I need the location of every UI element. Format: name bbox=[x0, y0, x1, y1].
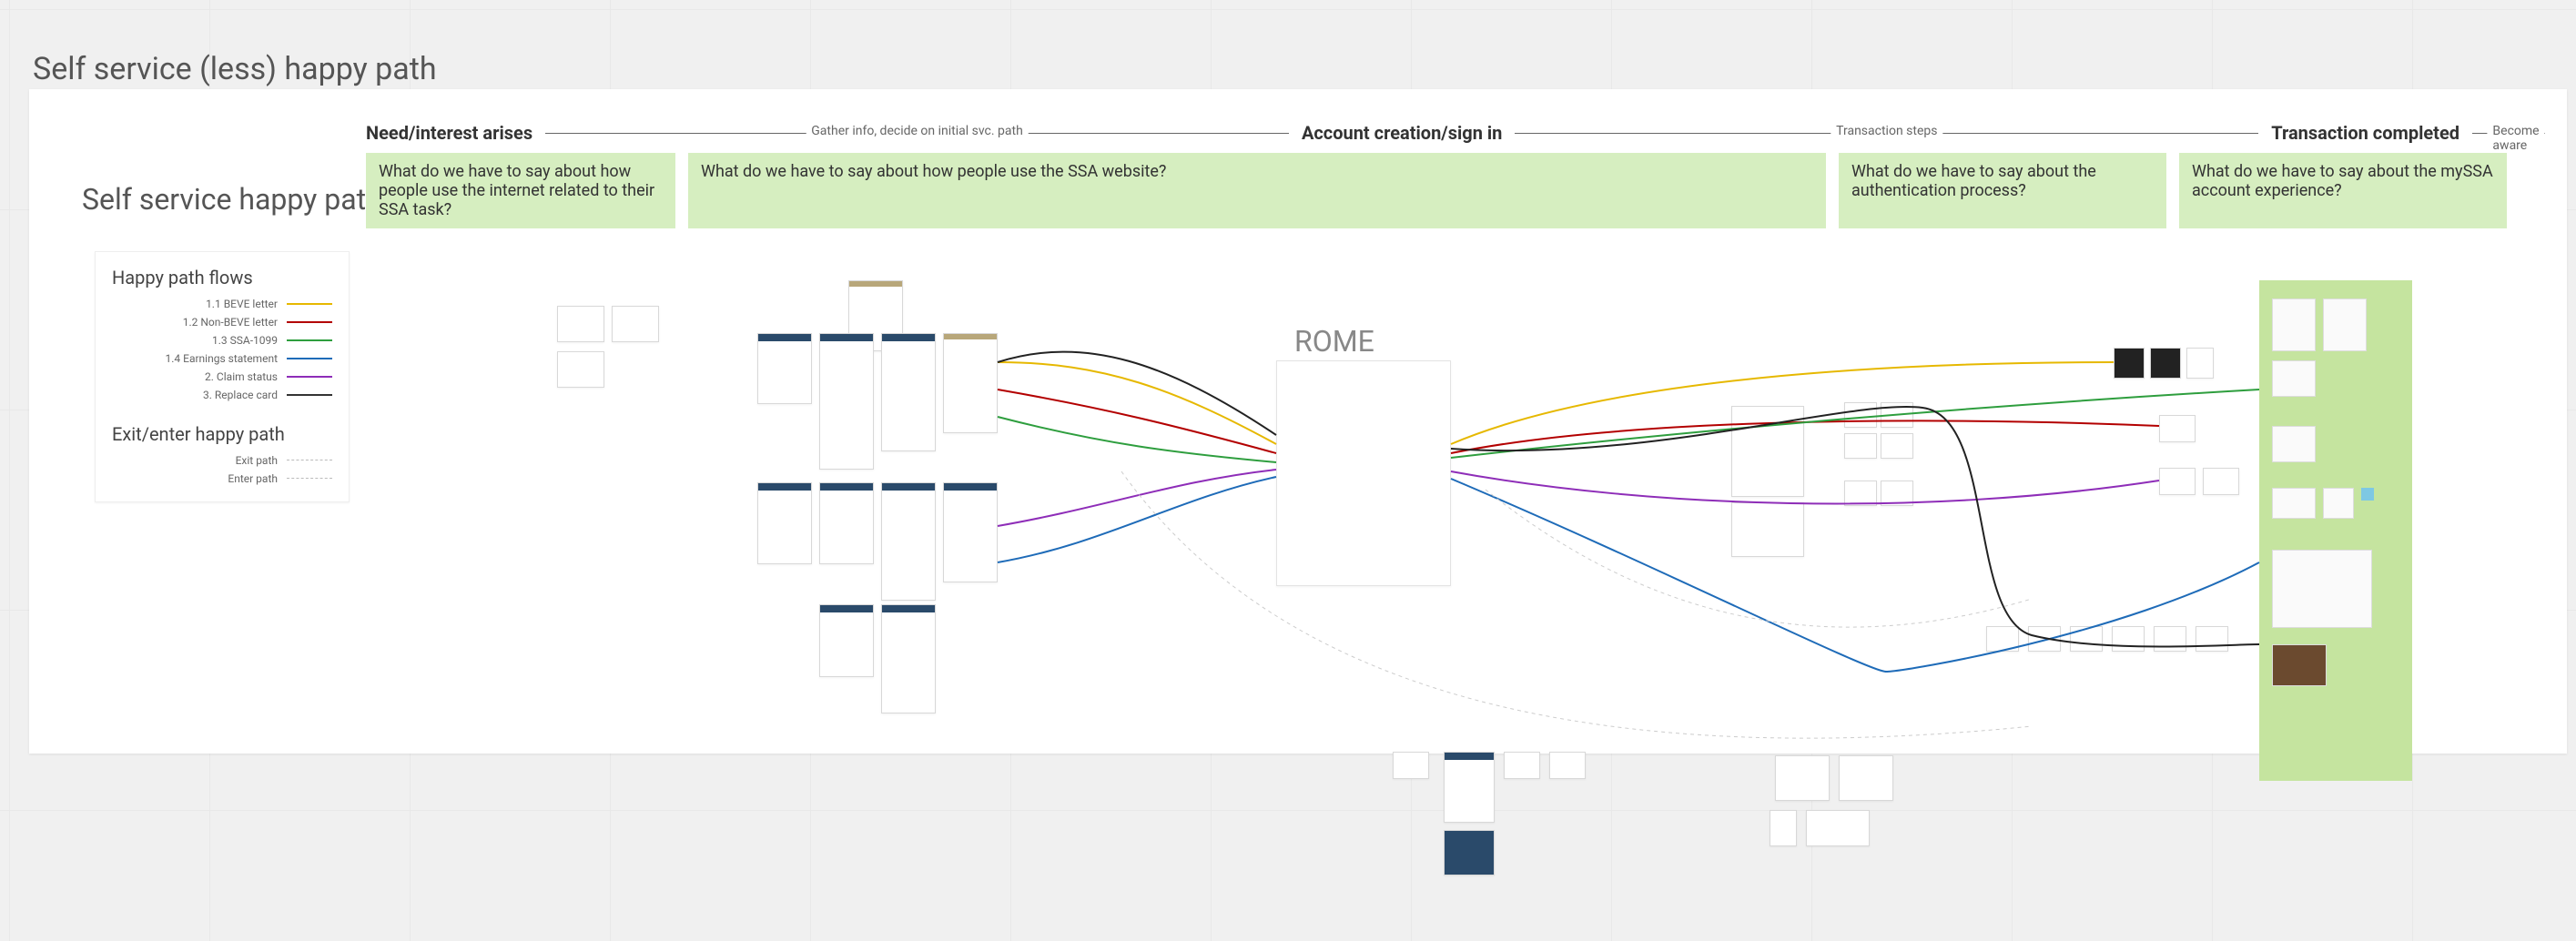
legend-swatch bbox=[287, 394, 332, 396]
screen-thumb[interactable] bbox=[881, 333, 936, 451]
screen-thumb[interactable] bbox=[2028, 626, 2061, 652]
screen-thumb[interactable] bbox=[2154, 626, 2186, 652]
screen-thumb[interactable] bbox=[1881, 402, 1913, 428]
result-chip[interactable] bbox=[2272, 360, 2316, 397]
legend-swatch bbox=[287, 358, 332, 359]
result-chip[interactable] bbox=[2323, 488, 2354, 519]
screen-thumb[interactable] bbox=[1393, 752, 1429, 779]
screen-thumb[interactable] bbox=[1444, 752, 1495, 823]
screen-thumb[interactable] bbox=[1731, 406, 1804, 497]
screen-thumb[interactable] bbox=[1775, 755, 1830, 801]
screen-thumb[interactable] bbox=[1549, 752, 1586, 779]
screen-thumb[interactable] bbox=[1504, 752, 1540, 779]
result-chip-blue[interactable] bbox=[2361, 488, 2374, 501]
screen-thumb[interactable] bbox=[943, 482, 998, 582]
screen-thumb[interactable] bbox=[1844, 433, 1877, 459]
screen-thumb[interactable] bbox=[757, 482, 812, 564]
screen-thumb[interactable] bbox=[819, 482, 874, 564]
screen-thumb[interactable] bbox=[943, 333, 998, 433]
legend-row: Enter path bbox=[112, 472, 332, 485]
phase-connector: Transaction steps bbox=[1515, 133, 2258, 134]
screen-thumb[interactable] bbox=[1986, 626, 2019, 652]
board-frame[interactable]: Self service happy path Need/interest ar… bbox=[29, 89, 2567, 754]
screen-thumb[interactable] bbox=[2186, 348, 2214, 379]
screen-thumb-dark[interactable] bbox=[2150, 348, 2181, 379]
phase-connector: Gather info, decide on initial svc. path bbox=[545, 133, 1289, 134]
screen-thumb[interactable] bbox=[1731, 502, 1804, 557]
legend-swatch-dashed bbox=[287, 478, 332, 480]
result-chip[interactable] bbox=[2272, 488, 2316, 519]
screen-thumb[interactable] bbox=[1881, 433, 1913, 459]
screen-thumb[interactable] bbox=[1881, 481, 1913, 506]
result-chip[interactable] bbox=[2323, 298, 2367, 351]
screen-thumb[interactable] bbox=[1844, 402, 1877, 428]
screen-thumb[interactable] bbox=[2159, 415, 2196, 442]
screen-thumb[interactable] bbox=[557, 306, 604, 342]
legend-row: 1.4 Earnings statement bbox=[112, 352, 332, 365]
screen-thumb[interactable] bbox=[881, 482, 936, 601]
screen-thumb[interactable] bbox=[557, 351, 604, 388]
legend-swatch-dashed bbox=[287, 460, 332, 461]
legend-row: 2. Claim status bbox=[112, 370, 332, 383]
phase-header: Need/interest arises Gather info, decide… bbox=[366, 122, 2558, 144]
phase-sublabel-transaction: Transaction steps bbox=[1831, 124, 1942, 138]
screen-thumb[interactable] bbox=[2112, 626, 2145, 652]
phase-completed: Transaction completed bbox=[2271, 122, 2459, 144]
result-panel[interactable] bbox=[2259, 280, 2412, 781]
legend-row: 1.2 Non-BEVE letter bbox=[112, 316, 332, 329]
board-title-inner: Self service happy path bbox=[82, 182, 382, 217]
result-chip[interactable] bbox=[2272, 550, 2372, 628]
legend-row: 1.1 BEVE letter bbox=[112, 298, 332, 310]
notes-row: What do we have to say about how people … bbox=[366, 153, 2558, 228]
legend-row: 3. Replace card bbox=[112, 389, 332, 401]
result-chip[interactable] bbox=[2272, 298, 2316, 351]
legend-row: 1.3 SSA-1099 bbox=[112, 334, 332, 347]
legend-row: Exit path bbox=[112, 454, 332, 467]
screen-thumb-dark[interactable] bbox=[1444, 830, 1495, 875]
legend-swatch bbox=[287, 321, 332, 323]
legend-heading-exit: Exit/enter happy path bbox=[112, 423, 332, 445]
note-auth[interactable]: What do we have to say about the authent… bbox=[1839, 153, 2166, 228]
note-website[interactable]: What do we have to say about how people … bbox=[688, 153, 1826, 228]
screen-thumb[interactable] bbox=[1770, 810, 1797, 846]
screen-thumb[interactable] bbox=[1844, 481, 1877, 506]
result-chip[interactable] bbox=[2272, 426, 2316, 462]
screen-thumb[interactable] bbox=[2070, 626, 2103, 652]
rome-label: ROME bbox=[1294, 324, 1374, 359]
screen-thumb[interactable] bbox=[2196, 626, 2228, 652]
screen-thumb[interactable] bbox=[2159, 468, 2196, 495]
board-title-outer: Self service (less) happy path bbox=[33, 51, 437, 87]
phase-sublabel-gather: Gather info, decide on initial svc. path bbox=[806, 124, 1029, 138]
legend-heading-flows: Happy path flows bbox=[112, 267, 332, 288]
note-internet[interactable]: What do we have to say about how people … bbox=[366, 153, 675, 228]
screen-thumb[interactable] bbox=[612, 306, 659, 342]
phase-account: Account creation/sign in bbox=[1302, 122, 1502, 144]
screen-thumb[interactable] bbox=[819, 604, 874, 677]
legend-swatch bbox=[287, 376, 332, 378]
screen-thumb-dark[interactable] bbox=[2114, 348, 2145, 379]
rome-card[interactable] bbox=[1276, 360, 1451, 586]
screen-thumb[interactable] bbox=[881, 604, 936, 713]
note-myssa[interactable]: What do we have to say about the mySSA a… bbox=[2179, 153, 2507, 228]
result-chip-photo[interactable] bbox=[2272, 644, 2327, 686]
screen-thumb[interactable] bbox=[2203, 468, 2239, 495]
screen-thumb[interactable] bbox=[819, 333, 874, 470]
legend-card[interactable]: Happy path flows 1.1 BEVE letter 1.2 Non… bbox=[95, 251, 350, 502]
screen-thumb[interactable] bbox=[1839, 755, 1893, 801]
legend-swatch bbox=[287, 339, 332, 341]
phase-need: Need/interest arises bbox=[366, 122, 532, 144]
screen-thumb[interactable] bbox=[757, 333, 812, 404]
phase-connector: Become aware of bbox=[2472, 133, 2545, 134]
screen-thumb[interactable] bbox=[1806, 810, 1870, 846]
legend-swatch bbox=[287, 303, 332, 305]
